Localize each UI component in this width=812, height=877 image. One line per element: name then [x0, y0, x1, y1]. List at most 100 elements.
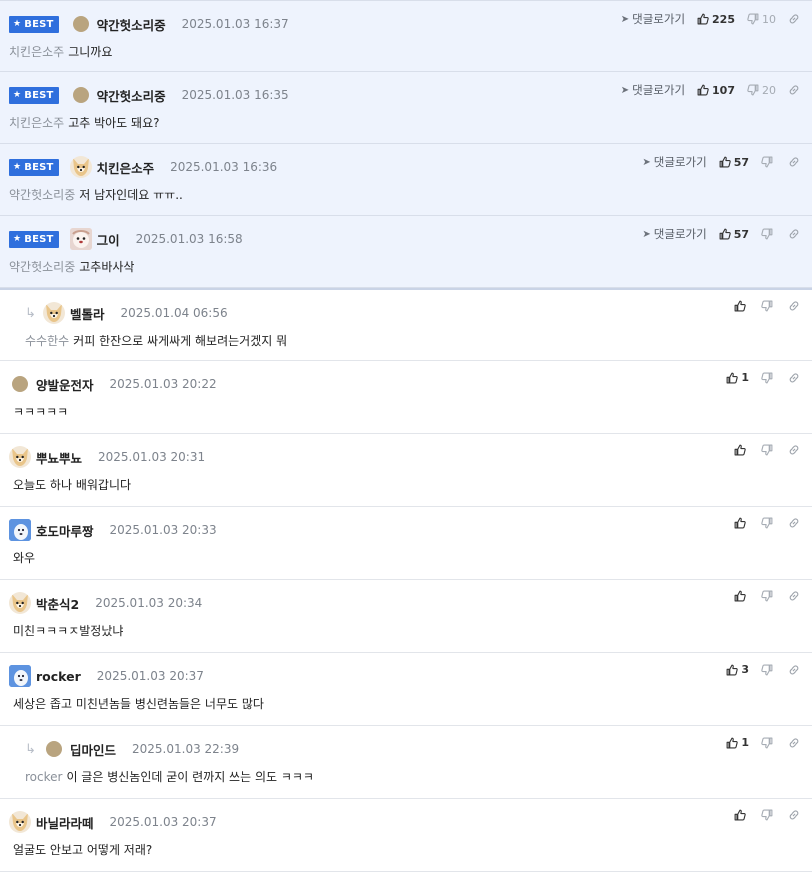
upvote-button[interactable]: 107 — [697, 84, 735, 97]
copy-link-button[interactable] — [788, 13, 800, 25]
navigate-arrow-icon: ➤ — [620, 13, 630, 25]
upvote-count: 3 — [741, 663, 749, 676]
upvote-button[interactable]: 3 — [726, 663, 749, 676]
red-avatar-icon[interactable] — [69, 228, 92, 250]
mention-nickname[interactable]: 치킨은소주 — [9, 116, 64, 130]
comment-meta: ★ BEST 그이 2025.01.03 16:58 — [9, 228, 243, 250]
downvote-button[interactable]: 20 — [747, 84, 776, 97]
downvote-button[interactable] — [761, 444, 776, 456]
copy-link-button[interactable] — [788, 372, 800, 384]
mention-nickname[interactable]: 약간헛소리중 — [9, 260, 75, 274]
downvote-button[interactable] — [761, 371, 776, 384]
downvote-button[interactable] — [761, 663, 776, 676]
thumbs-up-icon — [697, 13, 709, 25]
copy-link-button[interactable] — [788, 664, 800, 676]
upvote-button[interactable]: 57 — [719, 228, 749, 241]
downvote-button[interactable] — [761, 300, 776, 312]
copy-link-button[interactable] — [788, 228, 800, 240]
copy-link-button[interactable] — [788, 517, 800, 529]
upvote-button[interactable]: 1 — [726, 736, 749, 749]
nickname[interactable]: 뿌뇨뿌뇨 — [36, 448, 82, 467]
downvote-button[interactable] — [761, 736, 776, 749]
avatar[interactable] — [12, 376, 28, 392]
link-icon — [788, 156, 800, 168]
best-comment: ★ BEST 그이 2025.01.03 16:58 약간헛소리중 고추바사삭 ➤ 댓… — [0, 216, 812, 288]
nickname[interactable]: 딥마인드 — [70, 740, 116, 759]
downvote-button[interactable] — [761, 517, 776, 529]
comment-text: 와우 — [13, 551, 36, 565]
mention-nickname[interactable]: 치킨은소주 — [9, 45, 64, 59]
link-icon — [788, 664, 800, 676]
nickname[interactable]: 약간헛소리중 — [97, 15, 166, 34]
upvote-count: 1 — [741, 736, 749, 749]
avatar[interactable] — [72, 16, 89, 32]
avatar[interactable] — [72, 87, 89, 103]
copy-link-button[interactable] — [788, 809, 800, 821]
upvote-button[interactable] — [734, 444, 749, 456]
best-badge: ★ BEST — [9, 15, 59, 33]
mention-nickname[interactable]: 수수한수 — [25, 334, 69, 348]
dog-avatar-icon[interactable] — [9, 446, 31, 468]
reply-arrow-icon: ↳ — [25, 305, 36, 321]
link-icon — [788, 809, 800, 821]
thumbs-down-icon — [761, 444, 773, 456]
upvote-button[interactable] — [734, 590, 749, 602]
upvote-button[interactable] — [734, 300, 749, 312]
dog-avatar-icon[interactable] — [9, 592, 31, 614]
dog-avatar-icon[interactable] — [9, 811, 31, 833]
goto-comment-link[interactable]: ➤ 댓글로가기 — [642, 154, 706, 170]
comment-body: 얼굴도 안보고 어떻게 저래? — [9, 841, 152, 858]
avatar[interactable] — [46, 741, 62, 757]
comment-item: rocker 2025.01.03 20:37 세상은 좁고 미친년놈들 병신련… — [0, 653, 812, 726]
goto-comment-link[interactable]: ➤ 댓글로가기 — [642, 226, 706, 242]
copy-link-button[interactable] — [788, 156, 800, 168]
upvote-button[interactable]: 1 — [726, 371, 749, 384]
upvote-button[interactable]: 225 — [697, 13, 735, 26]
nickname[interactable]: rocker — [36, 669, 81, 684]
nickname[interactable]: 박춘식2 — [36, 594, 79, 613]
copy-link-button[interactable] — [788, 84, 800, 96]
blue-avatar-icon[interactable] — [9, 665, 31, 687]
blue-avatar-icon[interactable] — [9, 519, 31, 541]
comment-body: 치킨은소주 그니까요 — [9, 43, 112, 60]
comment-meta: 바닐라라떼 2025.01.03 20:37 — [9, 811, 217, 833]
copy-link-button[interactable] — [788, 590, 800, 602]
downvote-button[interactable]: 10 — [747, 13, 776, 26]
downvote-button[interactable] — [761, 156, 776, 168]
downvote-button[interactable] — [761, 228, 776, 240]
comment-text: 이 글은 병신놈인데 굳이 련까지 쓰는 의도 ㅋㅋㅋ — [66, 770, 314, 784]
upvote-button[interactable] — [734, 517, 749, 529]
comment-list: ★ BEST 약간헛소리중 2025.01.03 16:37 치킨은소주 그니까요 … — [0, 0, 812, 872]
nickname[interactable]: 양발운전자 — [36, 375, 94, 394]
nickname[interactable]: 약간헛소리중 — [97, 86, 166, 105]
comment-date: 2025.01.03 20:37 — [96, 669, 204, 683]
thumbs-up-icon — [734, 444, 746, 456]
nickname[interactable]: 그이 — [97, 230, 120, 249]
upvote-button[interactable]: 57 — [719, 156, 749, 169]
downvote-button[interactable] — [761, 809, 776, 821]
comment-actions — [722, 300, 800, 312]
downvote-button[interactable] — [761, 590, 776, 602]
nickname[interactable]: 치킨은소주 — [97, 158, 155, 177]
comment-text: 오늘도 하나 배워갑니다 — [13, 478, 132, 492]
dog-avatar-icon[interactable] — [69, 156, 92, 178]
copy-link-button[interactable] — [788, 300, 800, 312]
upvote-button[interactable] — [734, 809, 749, 821]
nickname[interactable]: 호도마루짱 — [36, 521, 94, 540]
reply-comment: ↳ 벨톨라 2025.01.04 06:56 수수한수 커피 한잔으로 싸게싸게 … — [0, 288, 812, 361]
goto-comment-link[interactable]: ➤ 댓글로가기 — [621, 11, 685, 27]
nickname[interactable]: 바닐라라떼 — [36, 813, 94, 832]
copy-link-button[interactable] — [788, 737, 800, 749]
mention-nickname[interactable]: 약간헛소리중 — [9, 188, 75, 202]
goto-comment-link[interactable]: ➤ 댓글로가기 — [621, 82, 685, 98]
nickname[interactable]: 벨톨라 — [70, 304, 105, 323]
comment-meta: 뿌뇨뿌뇨 2025.01.03 20:31 — [9, 446, 205, 468]
mention-nickname[interactable]: rocker — [25, 770, 62, 784]
comment-date: 2025.01.03 16:36 — [170, 160, 278, 174]
dog-avatar-icon[interactable] — [43, 302, 65, 324]
thumbs-up-icon — [726, 664, 739, 676]
copy-link-button[interactable] — [788, 444, 800, 456]
reply-comment: ↳ 딥마인드 2025.01.03 22:39 rocker 이 글은 병신놈인데… — [0, 726, 812, 799]
link-icon — [788, 300, 800, 312]
upvote-count: 57 — [733, 155, 749, 169]
